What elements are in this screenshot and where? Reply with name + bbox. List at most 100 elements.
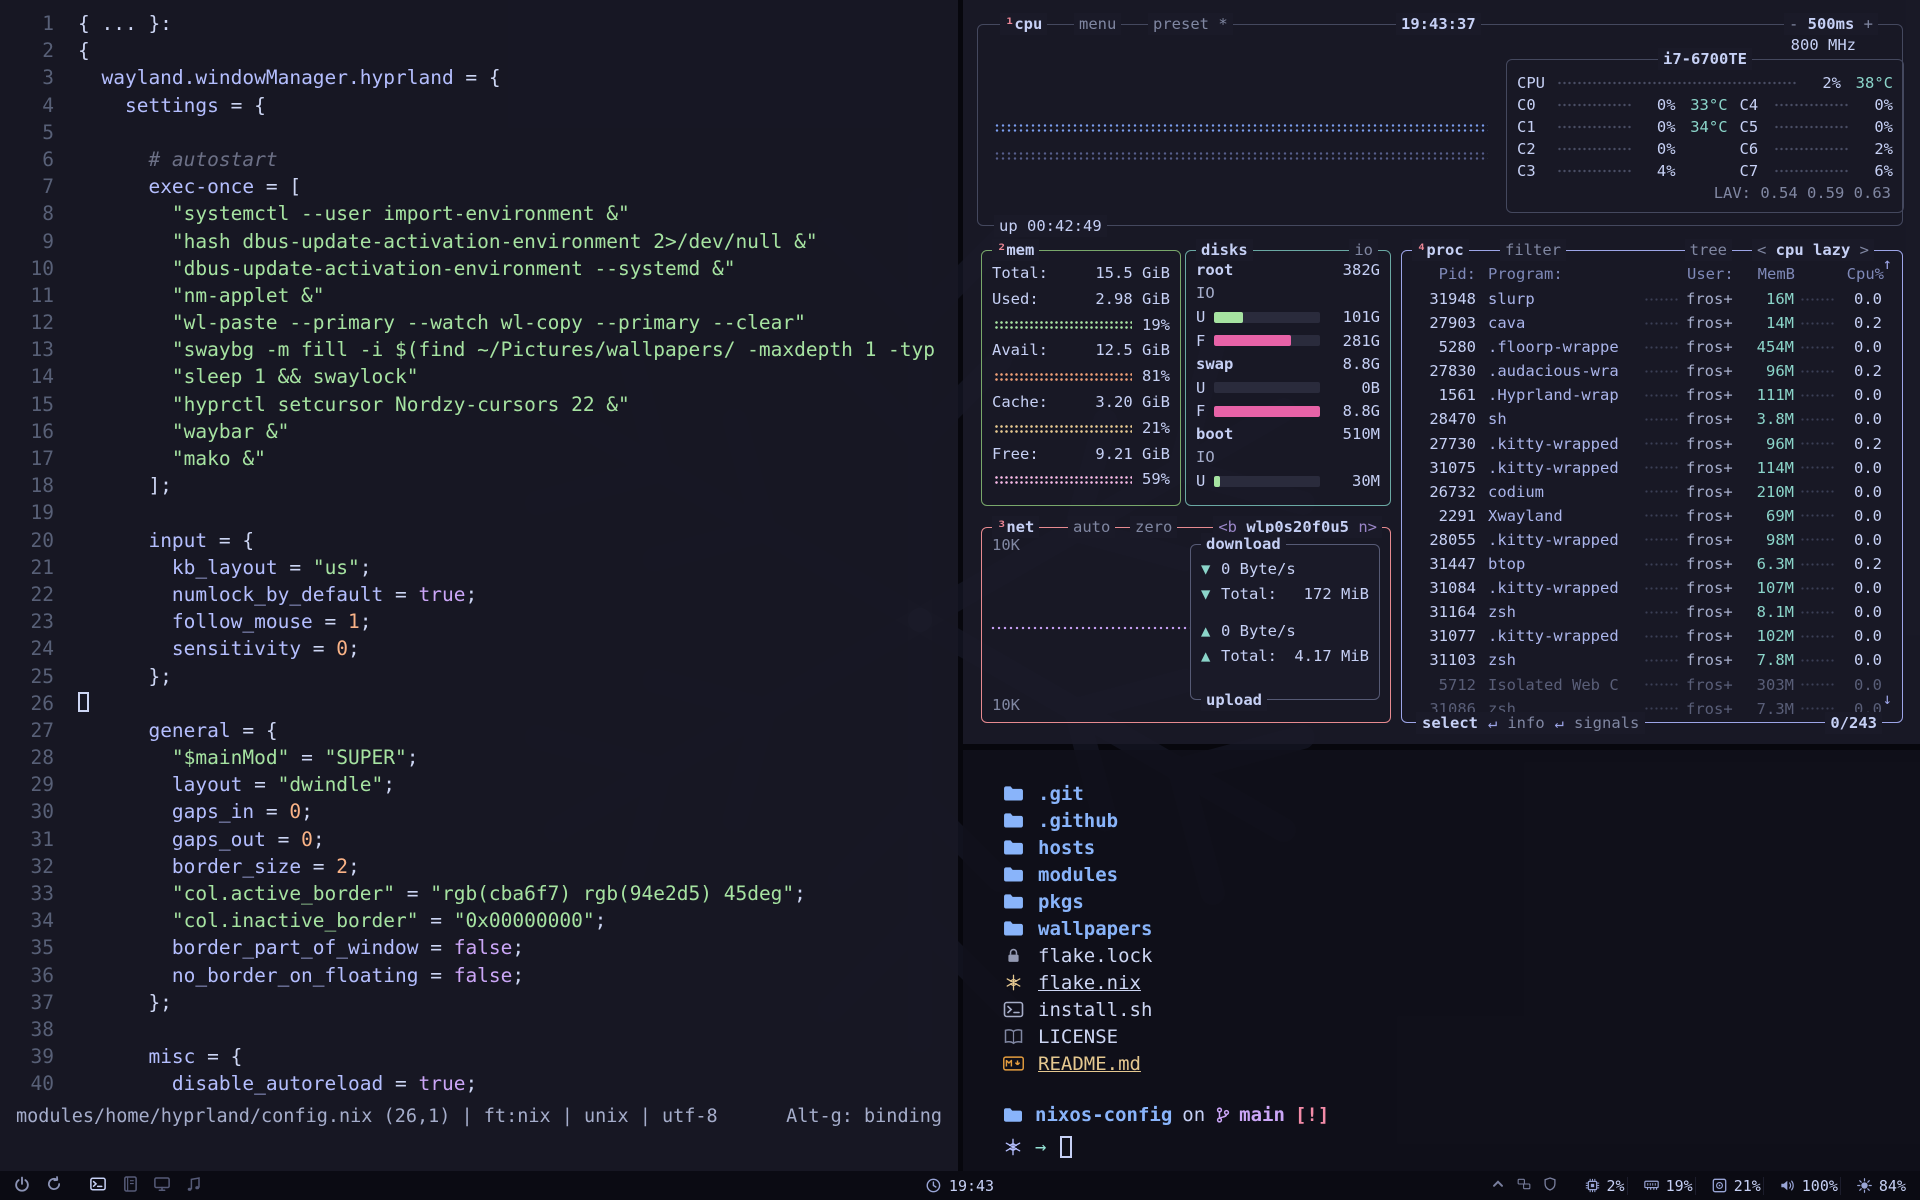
code-line[interactable]: 23 follow_mouse = 1; [0,608,958,635]
waybar-memory-module[interactable]: 19% [1627,1177,1693,1195]
update-latency-control[interactable]: - 500ms + [1784,13,1878,35]
process-row[interactable]: 31103zshfros+7.8M0.0 [1414,648,1892,672]
process-row[interactable]: 31075.kitty-wrappedfros+114M0.0 [1414,456,1892,480]
process-row[interactable]: 31077.kitty-wrappedfros+102M0.0 [1414,624,1892,648]
net-box-title[interactable]: ³net [992,516,1039,538]
column-memb[interactable]: MemB [1743,261,1795,287]
code-line[interactable]: 34 "col.inactive_border" = "0x00000000"; [0,907,958,934]
file-item[interactable]: modules [1003,861,1920,888]
workspace-2-button[interactable] [122,1176,138,1196]
file-item[interactable]: hosts [1003,834,1920,861]
code-line[interactable]: 29 layout = "dwindle"; [0,771,958,798]
waybar-refresh-button[interactable] [46,1176,62,1196]
column-user[interactable]: User: [1687,261,1743,287]
process-row[interactable]: 31164zshfros+8.1M0.0 [1414,600,1892,624]
tray-network-item[interactable] [1517,1177,1531,1195]
code-line[interactable]: 5 [0,119,958,146]
process-row[interactable]: 5280.floorp-wrappefros+454M0.0 [1414,335,1892,359]
info-hint[interactable]: info [1507,712,1544,734]
process-row[interactable]: 28055.kitty-wrappedfros+98M0.0 [1414,528,1892,552]
process-row[interactable]: 26732codiumfros+210M0.0 [1414,480,1892,504]
code-line[interactable]: 10 "dbus-update-activation-environment -… [0,255,958,282]
code-line[interactable]: 37 }; [0,989,958,1016]
process-row[interactable]: 5712Isolated Web Cfros+303M0.0 [1414,673,1892,697]
code-line[interactable]: 2{ [0,37,958,64]
code-line[interactable]: 40 disable_autoreload = true; [0,1070,958,1097]
process-row[interactable]: 2291Xwaylandfros+69M0.0 [1414,504,1892,528]
shell-input-line[interactable]: → [1003,1133,1920,1161]
scroll-down-indicator[interactable]: ↓ [1883,690,1892,708]
code-line[interactable]: 36 no_border_on_floating = false; [0,962,958,989]
code-line[interactable]: 25 }; [0,663,958,690]
waybar-clock-module[interactable]: 19:43 [926,1177,994,1195]
process-row[interactable]: 31948slurpfros+16M0.0 [1414,287,1892,311]
sort-prev-button[interactable]: < [1757,241,1766,259]
proc-sort-control[interactable]: < cpu lazy > [1752,239,1874,261]
file-item[interactable]: .github [1003,807,1920,834]
cpu-box-title[interactable]: ¹cpu [1000,13,1047,35]
btop-window[interactable]: ¹cpu menu preset * 19:43:37 - 500ms + 80… [963,0,1920,744]
workspace-4-button[interactable] [186,1176,202,1196]
file-item[interactable]: flake.nix [1003,969,1920,996]
code-line[interactable]: 18 ]; [0,472,958,499]
code-line[interactable]: 27 general = { [0,717,958,744]
code-line[interactable]: 39 misc = { [0,1043,958,1070]
code-line[interactable]: 16 "waybar &" [0,418,958,445]
proc-tree-button[interactable]: tree [1685,239,1732,261]
waybar-disk-module[interactable]: 21% [1695,1177,1761,1195]
code-line[interactable]: 20 input = { [0,527,958,554]
column-cpu[interactable]: Cpu% [1844,261,1884,287]
code-line[interactable]: 22 numlock_by_default = true; [0,581,958,608]
iface-next-button[interactable]: n> [1358,518,1377,536]
waybar-power-button[interactable] [14,1176,30,1196]
mem-box-title[interactable]: ²mem [992,239,1039,261]
code-line[interactable]: 3 wayland.windowManager.hyprland = { [0,64,958,91]
waybar-volume-module[interactable]: 100% [1763,1177,1838,1195]
code-line[interactable]: 28 "$mainMod" = "SUPER"; [0,744,958,771]
disks-io-button[interactable]: io [1349,239,1378,261]
workspace-3-button[interactable] [154,1176,170,1196]
code-line[interactable]: 14 "sleep 1 && swaylock" [0,363,958,390]
code-line[interactable]: 9 "hash dbus-update-activation-environme… [0,228,958,255]
tray-chevron-up-item[interactable] [1491,1177,1505,1195]
file-item[interactable]: pkgs [1003,888,1920,915]
waybar-cpu-module[interactable]: 2% [1569,1177,1625,1195]
code-line[interactable]: 33 "col.active_border" = "rgb(cba6f7) rg… [0,880,958,907]
proc-filter-button[interactable]: filter [1500,239,1566,261]
preset-button[interactable]: preset * [1148,13,1233,35]
tray-shield-item[interactable] [1543,1177,1557,1195]
scroll-up-indicator[interactable]: ↑ [1883,255,1892,273]
code-line[interactable]: 30 gaps_in = 0; [0,798,958,825]
process-row[interactable]: 28470shfros+3.8M0.0 [1414,407,1892,431]
code-line[interactable]: 6 # autostart [0,146,958,173]
file-item[interactable]: .git [1003,780,1920,807]
code-line[interactable]: 1{ ... }: [0,10,958,37]
code-line[interactable]: 13 "swaybg -m fill -i $(find ~/Pictures/… [0,336,958,363]
sort-next-button[interactable]: > [1860,241,1869,259]
code-line[interactable]: 38 [0,1016,958,1043]
code-line[interactable]: 19 [0,499,958,526]
file-item[interactable]: LICENSE [1003,1023,1920,1050]
editor-window[interactable]: 1{ ... }:2{3 wayland.windowManager.hyprl… [0,0,958,1171]
select-hint[interactable]: select [1422,712,1478,734]
file-item[interactable]: README.md [1003,1050,1920,1077]
file-item[interactable]: flake.lock [1003,942,1920,969]
code-line[interactable]: 12 "wl-paste --primary --watch wl-copy -… [0,309,958,336]
process-row[interactable]: 31084.kitty-wrappedfros+107M0.0 [1414,576,1892,600]
terminal-window[interactable]: .git.githubhostsmodulespkgswallpapersfla… [963,750,1920,1171]
file-item[interactable]: install.sh [1003,996,1920,1023]
process-row[interactable]: 31447btopfros+6.3M0.2 [1414,552,1892,576]
code-line[interactable]: 17 "mako &" [0,445,958,472]
net-zero-button[interactable]: zero [1130,516,1177,538]
code-line[interactable]: 21 kb_layout = "us"; [0,554,958,581]
column-pid[interactable]: Pid: [1414,261,1476,287]
code-line[interactable]: 4 settings = { [0,92,958,119]
process-row[interactable]: 27730.kitty-wrappedfros+96M0.2 [1414,432,1892,456]
code-line[interactable]: 11 "nm-applet &" [0,282,958,309]
code-line[interactable]: 26 [0,690,958,717]
signals-hint[interactable]: signals [1574,712,1639,734]
latency-plus-button[interactable]: + [1864,15,1873,33]
waybar-brightness-module[interactable]: 84% [1840,1177,1906,1195]
code-line[interactable]: 7 exec-once = [ [0,173,958,200]
code-line[interactable]: 31 gaps_out = 0; [0,826,958,853]
